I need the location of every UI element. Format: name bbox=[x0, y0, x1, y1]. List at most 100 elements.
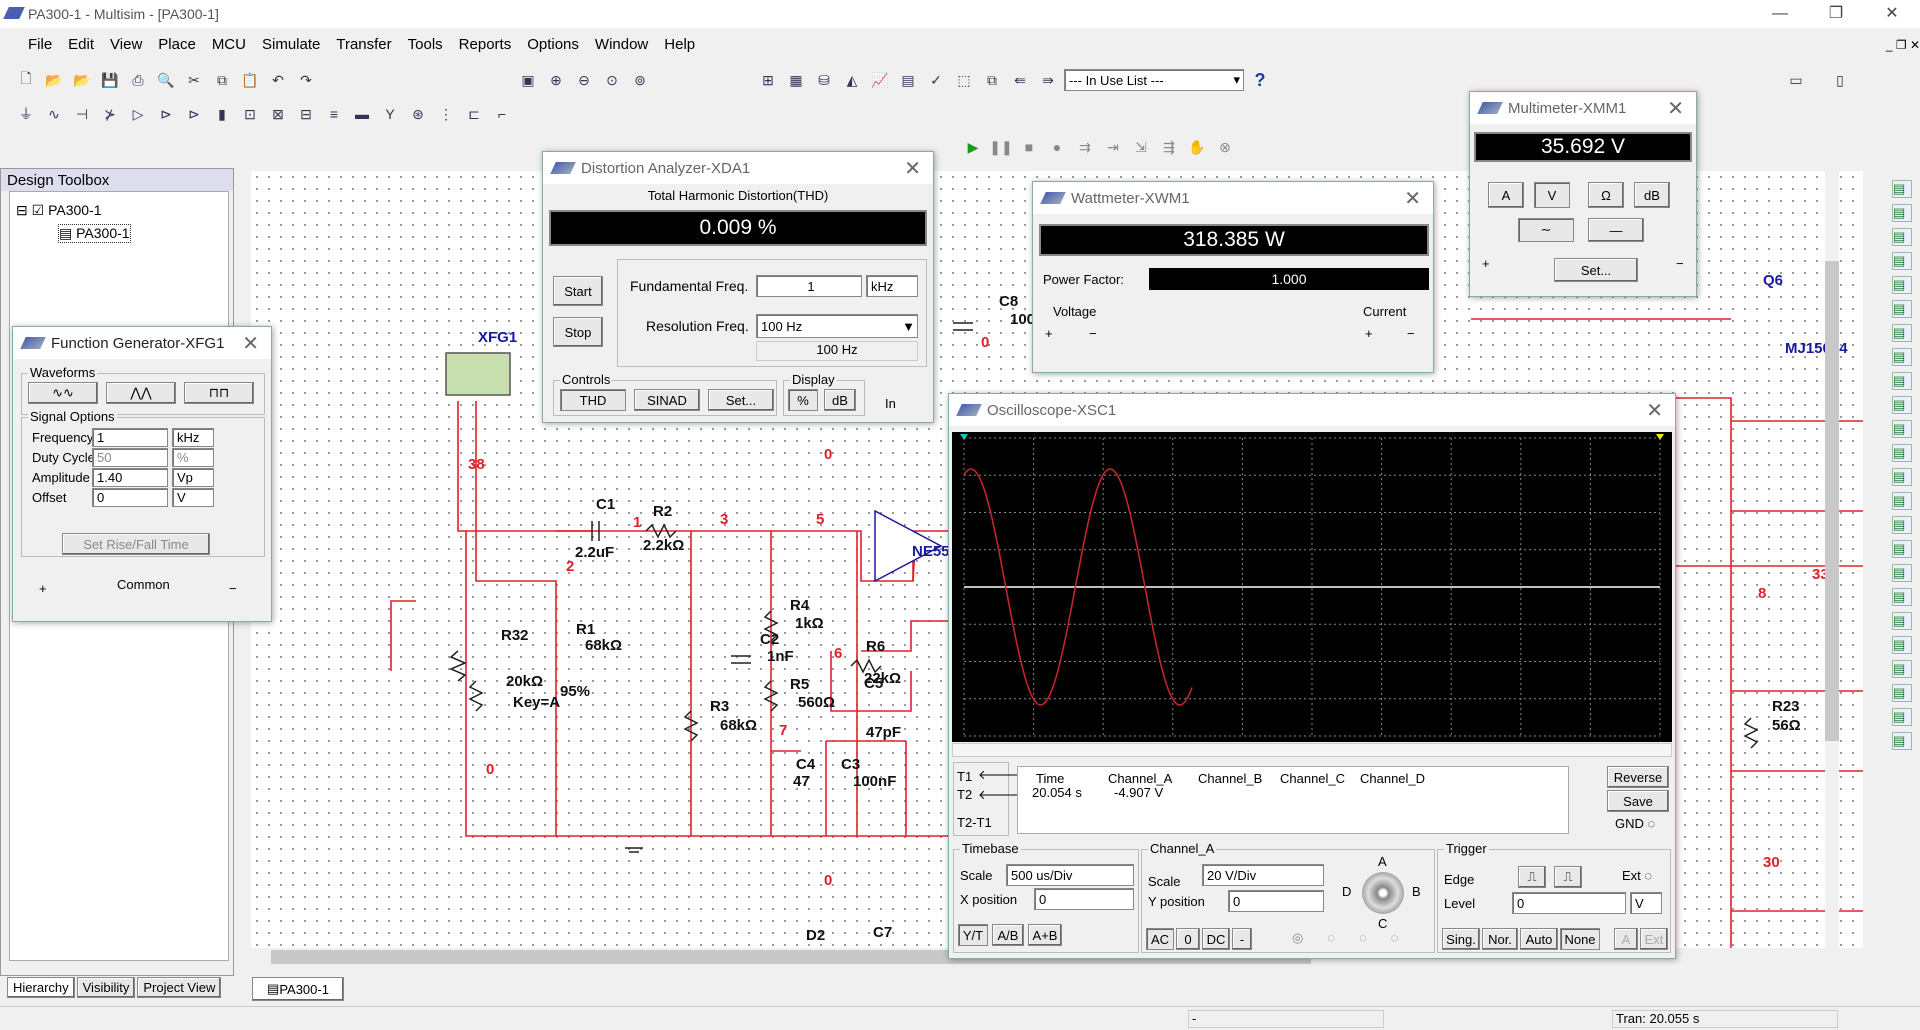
hand-icon[interactable]: ✋ bbox=[1185, 135, 1209, 159]
print-icon[interactable]: ⎙ bbox=[126, 68, 150, 92]
sheet-tab[interactable]: ▤ PA300-1 bbox=[252, 977, 344, 1001]
instrument-icon[interactable]: ▤ bbox=[1892, 612, 1912, 630]
instrument-icon[interactable]: ▤ bbox=[1892, 516, 1912, 534]
mixed-icon[interactable]: ⊠ bbox=[266, 102, 290, 126]
backannotate-icon[interactable]: ⇚ bbox=[1008, 68, 1032, 92]
instrument-icon[interactable]: ▤ bbox=[1892, 276, 1912, 294]
close-icon[interactable]: ✕ bbox=[1667, 96, 1684, 121]
ammeter-button[interactable]: A bbox=[1488, 182, 1524, 208]
close-icon[interactable]: ✕ bbox=[242, 331, 259, 356]
normal-trigger-button[interactable]: Nor. bbox=[1482, 928, 1518, 950]
distortion-analyzer-titlebar[interactable]: Distortion Analyzer-XDA1 ✕ bbox=[543, 152, 933, 184]
in-use-list-dropdown[interactable]: --- In Use List --- ▾ bbox=[1064, 69, 1244, 91]
trigger-level-input[interactable]: 0 bbox=[1512, 892, 1626, 914]
x-position-input[interactable]: 0 bbox=[1034, 888, 1134, 910]
ttl-icon[interactable]: ⊳ bbox=[154, 102, 178, 126]
database-icon[interactable]: ⛁ bbox=[812, 68, 836, 92]
instrument-icon[interactable]: ▤ bbox=[1892, 252, 1912, 270]
misc-icon[interactable]: ≡ bbox=[322, 102, 346, 126]
cut-icon[interactable]: ✂ bbox=[182, 68, 206, 92]
timebase-scale-input[interactable]: 500 us/Div bbox=[1006, 864, 1134, 886]
fundamental-freq-input[interactable]: 1 bbox=[756, 275, 862, 297]
dc-button[interactable]: — bbox=[1588, 218, 1644, 242]
trigger-source-a-button[interactable]: A bbox=[1614, 928, 1638, 950]
menu-reports[interactable]: Reports bbox=[459, 36, 512, 53]
step-out-icon[interactable]: ⇶ bbox=[1157, 135, 1181, 159]
power-icon[interactable]: ▬ bbox=[350, 102, 374, 126]
erc-icon[interactable]: ✓ bbox=[924, 68, 948, 92]
frequency-input[interactable]: 1 bbox=[92, 428, 168, 447]
ac-coupling-button[interactable]: AC bbox=[1146, 928, 1174, 950]
duty-cycle-unit[interactable]: % bbox=[172, 448, 214, 467]
stop-button[interactable]: Stop bbox=[553, 317, 603, 347]
channel-scale-input[interactable]: 20 V/Div bbox=[1202, 864, 1324, 886]
mcu-icon[interactable]: ▮ bbox=[210, 102, 234, 126]
save-icon[interactable]: 💾 bbox=[98, 68, 122, 92]
zoom-out-icon[interactable]: ⊖ bbox=[572, 68, 596, 92]
open-icon[interactable]: 📂 bbox=[42, 68, 66, 92]
triangle-wave-button[interactable]: ⋀⋀ bbox=[106, 382, 176, 404]
forward-annotate-icon[interactable]: ⇛ bbox=[1036, 68, 1060, 92]
run-icon[interactable]: ▶ bbox=[961, 135, 985, 159]
breadboard-icon[interactable]: ▭ bbox=[1776, 68, 1816, 92]
copy-icon[interactable]: ⧉ bbox=[210, 68, 234, 92]
ladder-icon[interactable]: ⋮ bbox=[434, 102, 458, 126]
misc-digital-icon[interactable]: ⊡ bbox=[238, 102, 262, 126]
ultiboard-icon[interactable]: ⧉ bbox=[980, 68, 1004, 92]
close-icon[interactable]: ✕ bbox=[1404, 186, 1421, 211]
tab-project-view[interactable]: Project View bbox=[137, 977, 222, 998]
instrument-icon[interactable]: ▤ bbox=[1892, 564, 1912, 582]
component-icon[interactable]: ◭ bbox=[840, 68, 864, 92]
pause-icon[interactable]: ❚❚ bbox=[989, 135, 1013, 159]
db-button[interactable]: dB bbox=[824, 389, 856, 411]
electromech-icon[interactable]: ⊛ bbox=[406, 102, 430, 126]
oscilloscope-titlebar[interactable]: Oscilloscope-XSC1 ✕ bbox=[949, 394, 1675, 426]
spreadsheet-icon[interactable]: ▦ bbox=[784, 68, 808, 92]
tree-root[interactable]: ⊟ ☑ PA300-1 bbox=[16, 202, 102, 219]
amplitude-unit[interactable]: Vp bbox=[172, 468, 214, 487]
save-button[interactable]: Save bbox=[1607, 790, 1669, 812]
trigger-level-unit[interactable]: V bbox=[1630, 892, 1662, 914]
source-icon[interactable]: ⏚ bbox=[14, 102, 38, 126]
dc-coupling-button[interactable]: DC bbox=[1202, 928, 1230, 950]
redo-icon[interactable]: ↷ bbox=[294, 68, 318, 92]
invert-button[interactable]: - bbox=[1232, 928, 1252, 950]
menu-help[interactable]: Help bbox=[664, 36, 695, 53]
menu-place[interactable]: Place bbox=[158, 36, 196, 53]
ohmmeter-button[interactable]: Ω bbox=[1588, 182, 1624, 208]
instrument-icon[interactable]: ▤ bbox=[1892, 372, 1912, 390]
duty-cycle-input[interactable]: 50 bbox=[92, 448, 168, 467]
zoom-area-icon[interactable]: ⊙ bbox=[600, 68, 624, 92]
fullscreen-icon[interactable]: ▣ bbox=[516, 68, 540, 92]
instrument-icon[interactable]: ▤ bbox=[1892, 660, 1912, 678]
instrument-icon[interactable]: ▤ bbox=[1892, 180, 1912, 198]
none-trigger-button[interactable]: None bbox=[1560, 928, 1600, 950]
menu-tools[interactable]: Tools bbox=[408, 36, 443, 53]
close-button[interactable]: ✕ bbox=[1864, 0, 1920, 28]
minimize-button[interactable]: — bbox=[1752, 0, 1808, 28]
diode-icon[interactable]: ⊣ bbox=[70, 102, 94, 126]
hier-block-icon[interactable]: ⊏ bbox=[462, 102, 486, 126]
y-position-input[interactable]: 0 bbox=[1228, 890, 1324, 912]
tree-child[interactable]: ▤ PA300-1 bbox=[58, 224, 131, 243]
screen-scrollbar[interactable] bbox=[952, 743, 1672, 757]
ac-button[interactable]: ∼ bbox=[1518, 218, 1574, 242]
a-plus-b-mode-button[interactable]: A+B bbox=[1028, 924, 1062, 946]
falling-edge-button[interactable]: ⎍ bbox=[1554, 866, 1582, 888]
instrument-icon[interactable]: ▤ bbox=[1892, 444, 1912, 462]
voltmeter-button[interactable]: V bbox=[1534, 182, 1570, 208]
instrument-icon[interactable]: ▤ bbox=[1892, 348, 1912, 366]
amplitude-input[interactable]: 1.40 bbox=[92, 468, 168, 487]
resolution-freq-dropdown[interactable]: 100 Hz ▼ bbox=[756, 314, 918, 338]
open-sample-icon[interactable]: 📂 bbox=[70, 68, 94, 92]
close-icon[interactable]: ✕ bbox=[904, 156, 921, 181]
3d-view-icon[interactable]: ▯ bbox=[1820, 68, 1860, 92]
tab-hierarchy[interactable]: Hierarchy bbox=[7, 977, 75, 998]
decibel-button[interactable]: dB bbox=[1634, 182, 1670, 208]
menu-file[interactable]: File bbox=[28, 36, 52, 53]
square-wave-button[interactable]: ⊓⊓ bbox=[184, 382, 254, 404]
new-icon[interactable]: 🗋 bbox=[14, 68, 38, 92]
sinad-button[interactable]: SINAD bbox=[634, 389, 700, 411]
rf-icon[interactable]: Y bbox=[378, 102, 402, 126]
fundamental-freq-unit[interactable]: kHz bbox=[866, 275, 918, 297]
